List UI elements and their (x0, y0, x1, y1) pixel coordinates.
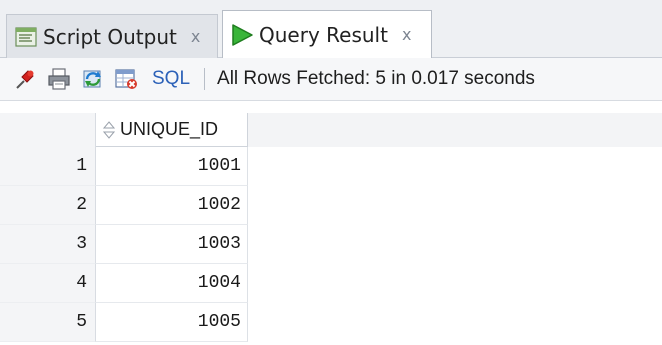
column-header-unique-id[interactable]: UNIQUE_ID (96, 113, 248, 147)
tab-label: Script Output (43, 24, 177, 49)
cell-unique-id[interactable]: 1001 (96, 147, 248, 186)
run-play-icon (229, 22, 255, 48)
cell-unique-id[interactable]: 1005 (96, 303, 248, 342)
grid-header-row: UNIQUE_ID (0, 101, 662, 147)
export-icon[interactable] (114, 66, 140, 92)
script-output-icon (13, 24, 39, 50)
row-number: 4 (0, 264, 96, 303)
table-row[interactable]: 4 1004 (0, 264, 662, 303)
query-result-grid: UNIQUE_ID 1 1001 2 1002 3 1003 4 1004 5 … (0, 101, 662, 345)
table-row[interactable]: 2 1002 (0, 186, 662, 225)
row-number: 5 (0, 303, 96, 342)
row-number-header (0, 113, 96, 147)
table-row[interactable]: 3 1003 (0, 225, 662, 264)
row-number: 1 (0, 147, 96, 186)
table-row[interactable]: 1 1001 (0, 147, 662, 186)
row-number: 2 (0, 186, 96, 225)
result-tab-strip: Script Output x Query Result x (0, 0, 662, 59)
header-filler (248, 113, 662, 147)
row-number: 3 (0, 225, 96, 264)
toolbar-separator (204, 68, 206, 90)
sort-icon (102, 119, 116, 141)
print-icon[interactable] (46, 66, 72, 92)
column-header-label: UNIQUE_ID (120, 119, 219, 139)
refresh-icon[interactable] (80, 66, 106, 92)
close-icon[interactable]: x (191, 28, 200, 45)
table-row[interactable]: 5 1005 (0, 303, 662, 342)
cell-unique-id[interactable]: 1002 (96, 186, 248, 225)
tab-script-output[interactable]: Script Output x (6, 14, 218, 58)
cell-unique-id[interactable]: 1003 (96, 225, 248, 264)
tab-query-result[interactable]: Query Result x (222, 10, 432, 59)
fetch-status-text: All Rows Fetched: 5 in 0.017 seconds (217, 68, 535, 89)
close-icon[interactable]: x (402, 26, 411, 43)
sql-button[interactable]: SQL (152, 68, 190, 90)
tab-label: Query Result (259, 22, 388, 47)
pin-icon[interactable] (12, 66, 38, 92)
cell-unique-id[interactable]: 1004 (96, 264, 248, 303)
result-toolbar: SQL All Rows Fetched: 5 in 0.017 seconds (0, 58, 662, 101)
